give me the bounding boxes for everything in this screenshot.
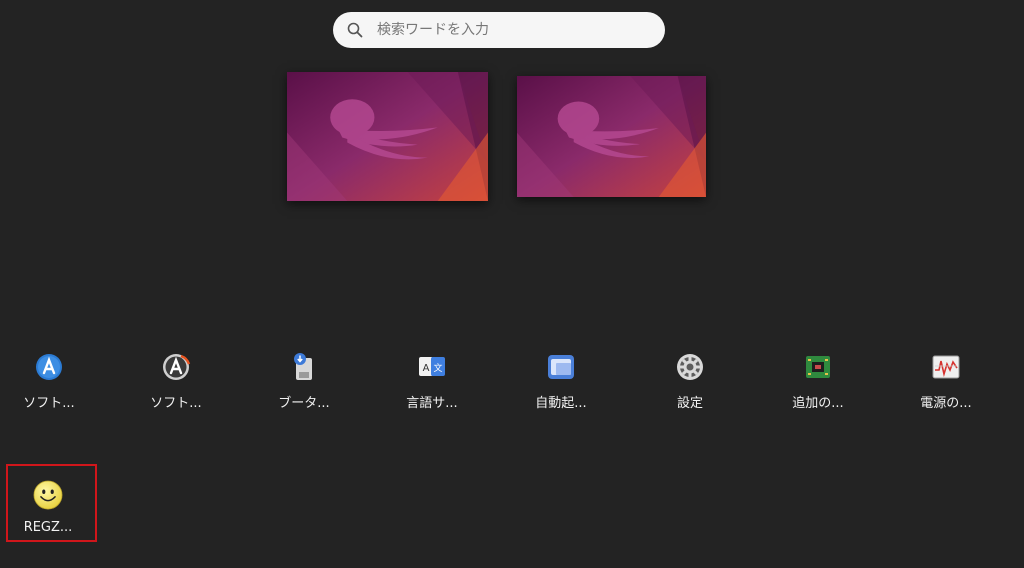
app-label: ブータ... bbox=[278, 396, 330, 411]
jellyfish-wallpaper-image bbox=[287, 72, 488, 201]
app-overview-screen: ソフト... ソフト... ブータ... bbox=[0, 0, 1024, 568]
app-label: 自動起... bbox=[535, 396, 587, 411]
app-language-support[interactable]: A 文 言語サ... bbox=[377, 348, 487, 428]
language-support-icon: A 文 bbox=[417, 352, 447, 382]
app-settings[interactable]: 設定 bbox=[635, 348, 745, 428]
jellyfish-wallpaper-image bbox=[517, 76, 706, 197]
search-bar[interactable] bbox=[333, 12, 665, 48]
startup-apps-icon bbox=[546, 352, 576, 382]
app-label: REGZ... bbox=[23, 520, 73, 535]
app-software-store[interactable]: ソフト... bbox=[0, 348, 104, 428]
software-store-icon bbox=[34, 352, 64, 382]
svg-text:文: 文 bbox=[433, 362, 442, 374]
app-regza[interactable]: REGZ... bbox=[0, 476, 103, 556]
power-stats-icon bbox=[931, 352, 961, 382]
usb-creator-icon bbox=[289, 352, 319, 382]
software-updater-icon bbox=[161, 352, 191, 382]
app-label: 言語サ... bbox=[406, 396, 458, 411]
app-label: ソフト... bbox=[150, 396, 202, 411]
svg-text:A: A bbox=[423, 363, 430, 374]
app-power-statistics[interactable]: 電源の... bbox=[891, 348, 1001, 428]
app-label: 設定 bbox=[676, 396, 703, 411]
app-startup-applications[interactable]: 自動起... bbox=[506, 348, 616, 428]
search-icon bbox=[347, 22, 363, 38]
smiley-face-icon bbox=[33, 480, 63, 510]
workspace-thumbnail-1[interactable] bbox=[287, 72, 488, 201]
app-additional-drivers[interactable]: 追加の... bbox=[763, 348, 873, 428]
app-label: 追加の... bbox=[792, 396, 844, 411]
settings-gear-icon bbox=[675, 352, 705, 382]
app-label: 電源の... bbox=[920, 396, 972, 411]
app-software-updater[interactable]: ソフト... bbox=[121, 348, 231, 428]
workspace-thumbnail-2[interactable] bbox=[517, 76, 706, 197]
additional-drivers-icon bbox=[803, 352, 833, 382]
search-input[interactable] bbox=[375, 21, 639, 39]
app-label: ソフト... bbox=[23, 396, 75, 411]
app-startup-disk-creator[interactable]: ブータ... bbox=[249, 348, 359, 428]
